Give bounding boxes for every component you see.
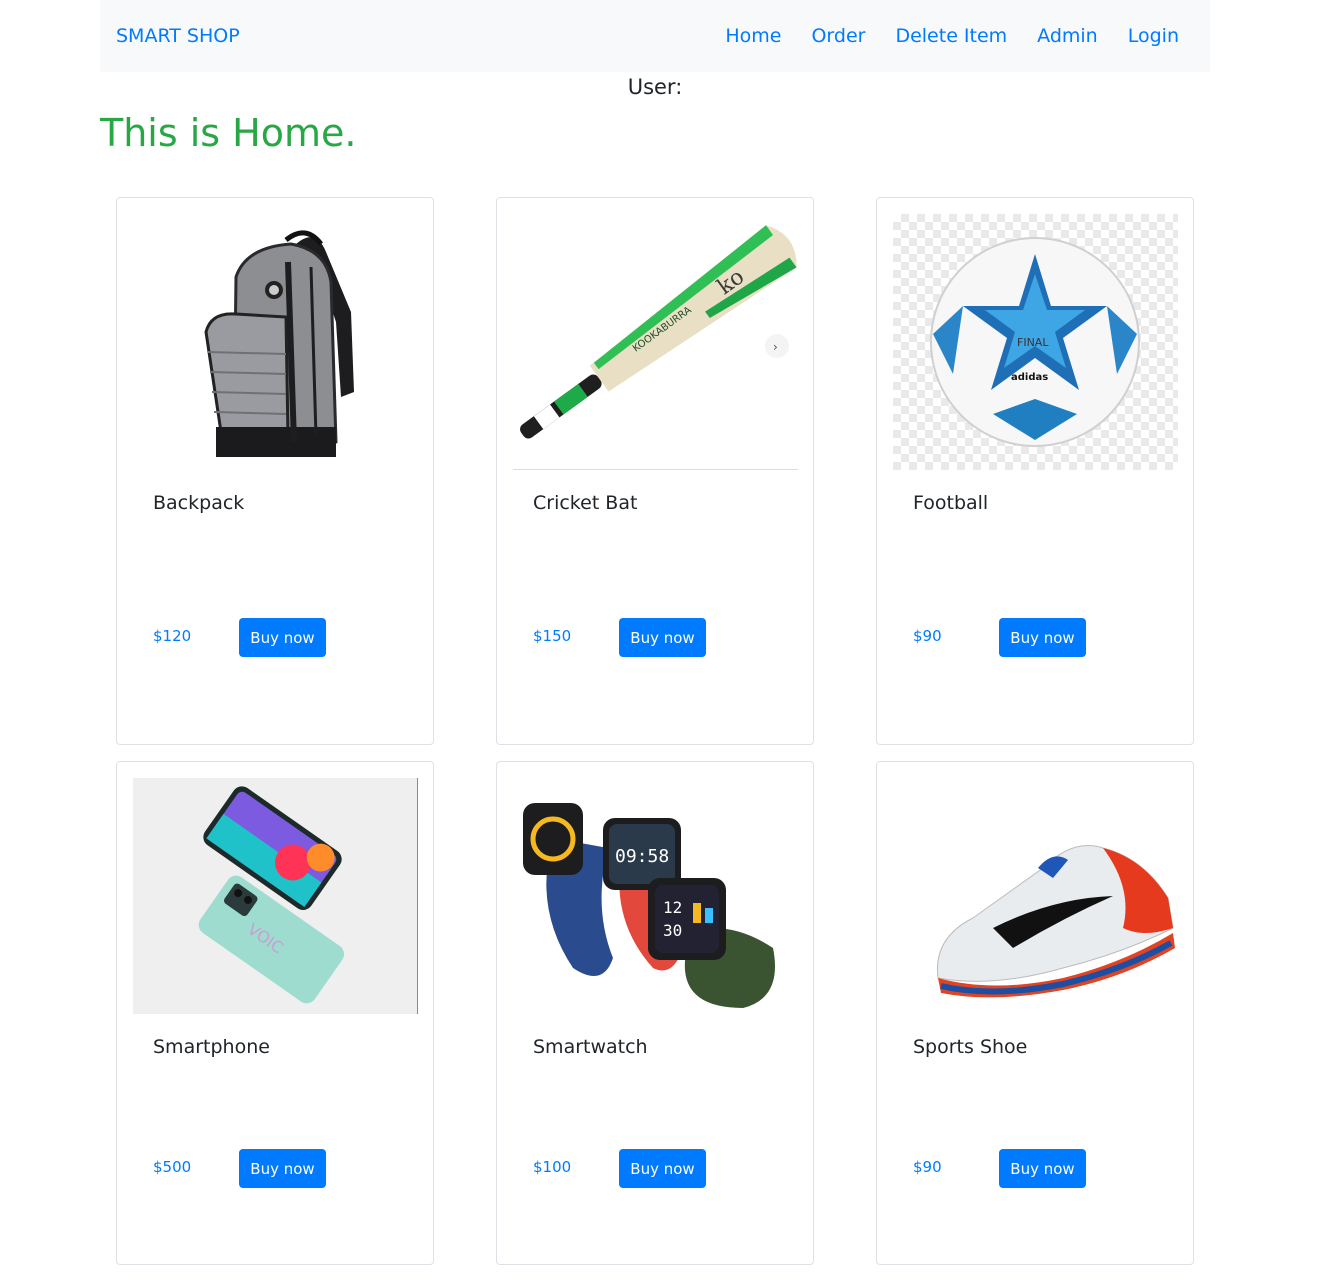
buy-now-button[interactable]: Buy now [619,618,706,657]
product-card-backpack: Backpack $120 Buy now [116,197,434,745]
smartphone-icon: VOIC [133,778,418,1014]
product-price: $100 [533,1158,572,1176]
product-price: $90 [913,627,942,645]
buy-now-button[interactable]: Buy now [999,1149,1086,1188]
backpack-icon [133,214,418,470]
product-name: Sports Shoe [913,1036,1028,1058]
product-card-smartphone: VOIC Smartphone $500 Buy now [116,761,434,1265]
nav-link-delete-item[interactable]: Delete Item [880,25,1022,47]
product-card-football: FINAL adidas Football $90 Buy now [876,197,1194,745]
svg-text:›: › [773,340,778,354]
svg-text:FINAL: FINAL [1017,336,1049,349]
nav-link-admin[interactable]: Admin [1022,25,1113,47]
navbar: SMART SHOP Home Order Delete Item Admin … [100,0,1210,72]
product-name: Smartwatch [533,1036,648,1058]
nav-link-home[interactable]: Home [710,25,796,47]
nav-links: Home Order Delete Item Admin Login [710,25,1194,47]
svg-text:09:58: 09:58 [615,846,669,867]
football-icon: FINAL adidas [893,214,1178,470]
buy-now-button[interactable]: Buy now [619,1149,706,1188]
product-price: $90 [913,1158,942,1176]
product-name: Backpack [153,492,245,514]
page-title: This is Home. [100,111,357,155]
svg-text:adidas: adidas [1011,372,1048,383]
product-card-smartwatch: 09:58 12 30 Smartwatch $100 Buy now [496,761,814,1265]
svg-text:30: 30 [663,921,682,940]
product-card-cricket-bat: KOOKABURRA ko › Cricket Bat $150 Buy now [496,197,814,745]
brand-link[interactable]: SMART SHOP [116,25,240,47]
nav-link-login[interactable]: Login [1113,25,1194,47]
buy-now-button[interactable]: Buy now [239,618,326,657]
buy-now-button[interactable]: Buy now [239,1149,326,1188]
product-price: $150 [533,627,572,645]
product-name: Smartphone [153,1036,270,1058]
product-card-sports-shoe: Sports Shoe $90 Buy now [876,761,1194,1265]
product-name: Cricket Bat [533,492,638,514]
user-label: User: [627,75,683,99]
svg-text:12: 12 [663,898,682,917]
smartwatch-icon: 09:58 12 30 [513,778,798,1014]
buy-now-button[interactable]: Buy now [999,618,1086,657]
product-name: Football [913,492,989,514]
sports-shoe-icon [893,778,1178,1014]
product-price: $120 [153,627,192,645]
product-price: $500 [153,1158,192,1176]
cricket-bat-icon: KOOKABURRA ko › [513,214,798,470]
nav-link-order[interactable]: Order [796,25,880,47]
